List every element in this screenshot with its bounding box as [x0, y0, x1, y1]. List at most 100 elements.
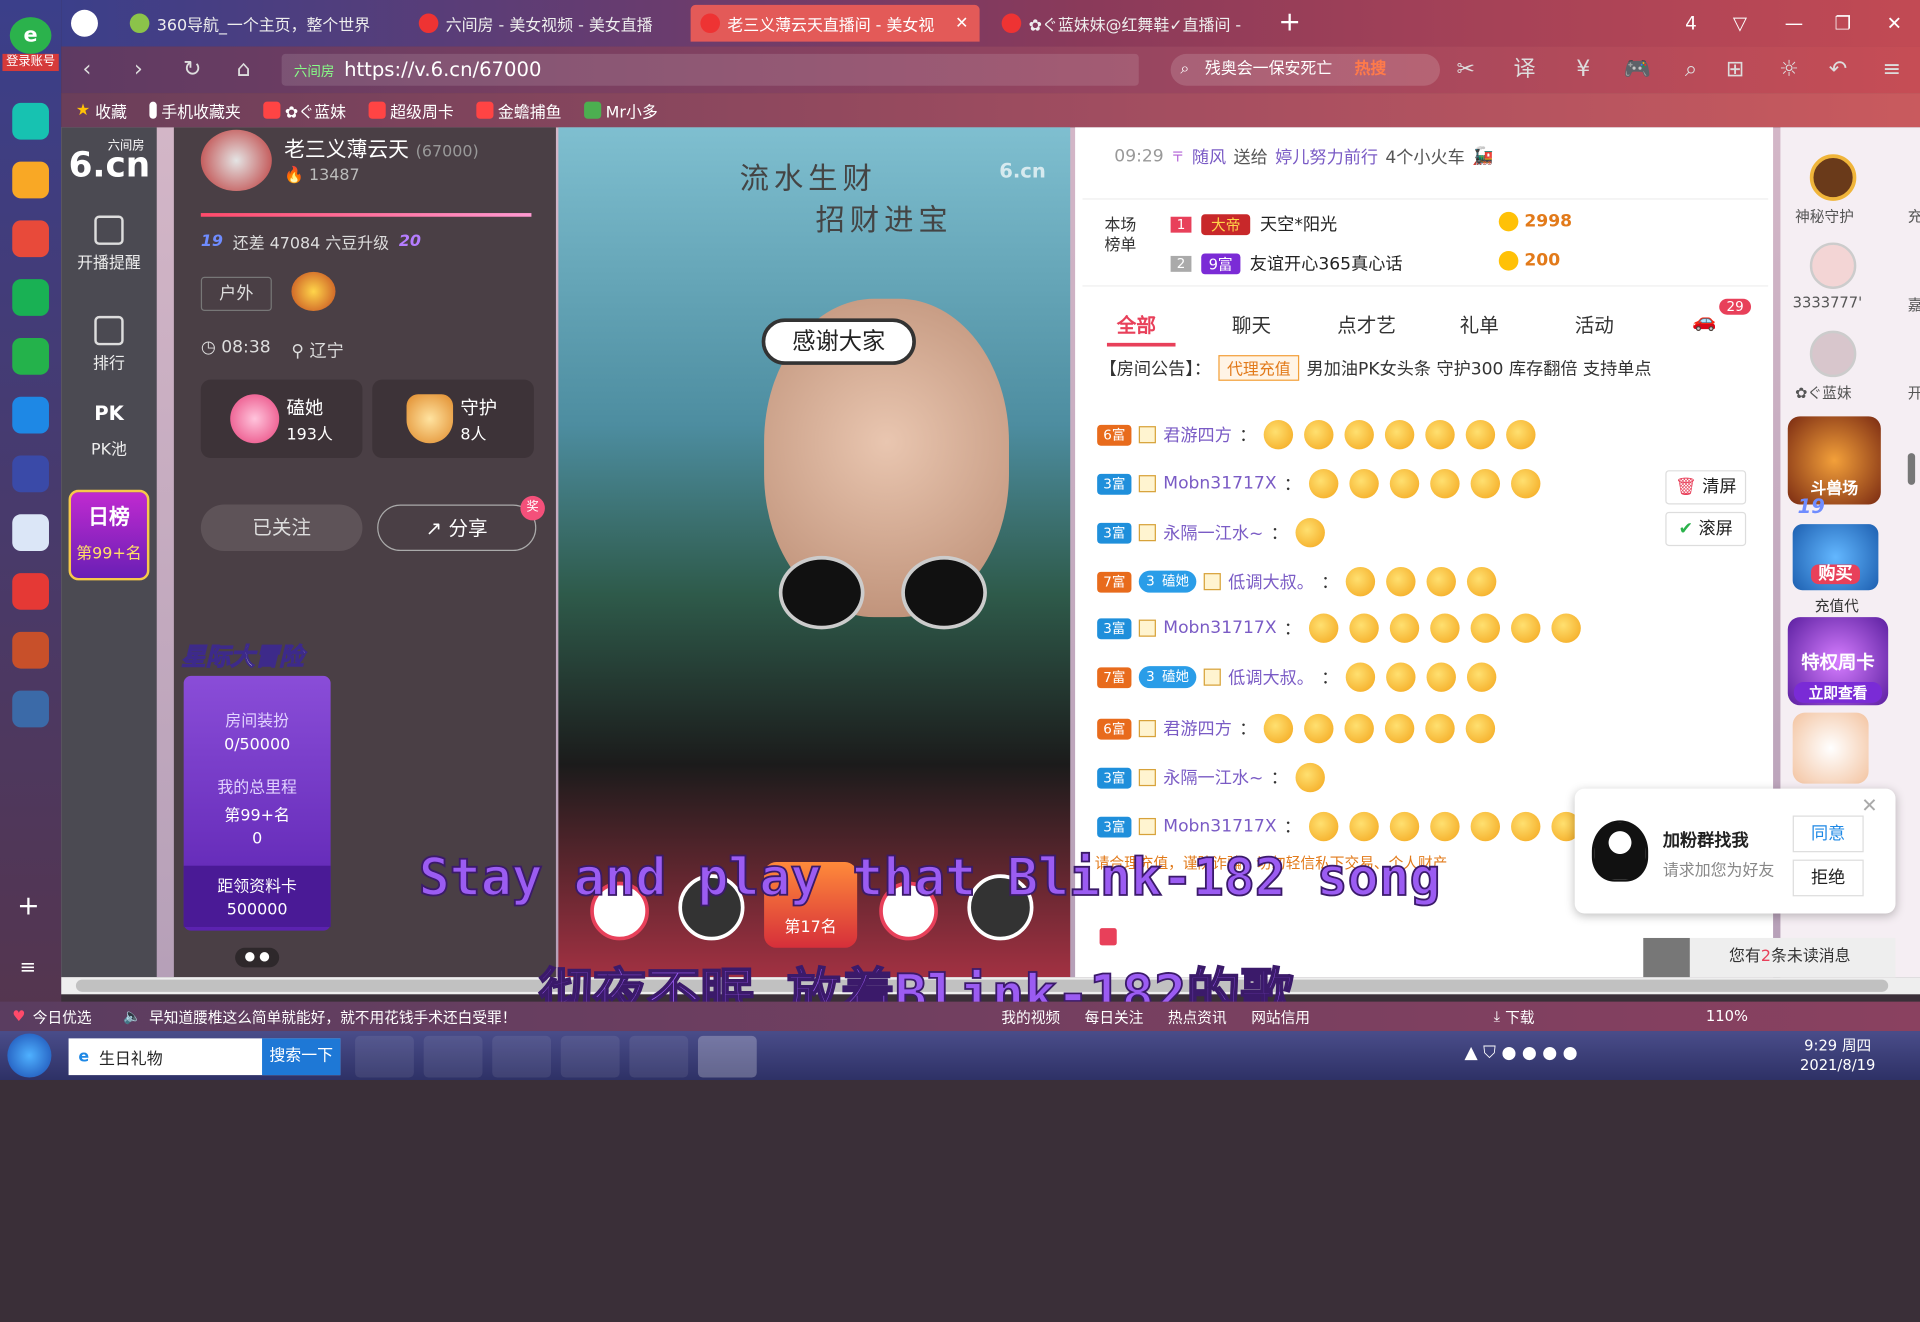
chat-username[interactable]: Mobn31717X — [1163, 474, 1276, 494]
chat-tool-icon[interactable] — [1099, 928, 1117, 946]
chat-username[interactable]: 永隔一江水~ — [1163, 520, 1263, 544]
taskbar-search-button[interactable]: 搜索一下 — [262, 1038, 341, 1076]
guard-avatar-3[interactable] — [1809, 330, 1857, 378]
adventure-title[interactable]: 星际大冒险 — [181, 637, 304, 673]
buy-banner[interactable]: 购买 — [1792, 524, 1879, 591]
tab-count-icon[interactable]: 4 — [1678, 10, 1705, 37]
arena-banner[interactable]: 斗兽场 — [1787, 416, 1881, 505]
adventure-card[interactable]: 房间装扮 0/50000 我的总里程 第99+名 0 距领资料卡 500000 — [183, 675, 331, 931]
privilege-banner[interactable]: 特权周卡 立即查看 — [1787, 617, 1889, 706]
bookmark-mobile[interactable]: 手机收藏夹 — [148, 99, 241, 122]
today-pick[interactable]: 今日优选 — [33, 1006, 92, 1027]
forward-icon[interactable]: › — [125, 56, 152, 83]
notice-tag[interactable]: 代理充值 — [1218, 355, 1300, 381]
chat-username[interactable]: 低调大叔。 — [1228, 665, 1314, 689]
dock-game3-icon[interactable] — [12, 690, 49, 728]
zoom-level[interactable]: 110% — [1706, 1008, 1748, 1025]
browser-menu-icon[interactable]: ≡ — [1878, 56, 1905, 83]
close-popup-icon[interactable]: ✕ — [1861, 793, 1877, 816]
bookmark-favorites[interactable]: ★ 收藏 — [76, 99, 127, 122]
tab-activity[interactable]: 活动 — [1575, 309, 1614, 338]
fans-box[interactable]: 磕她 193人 — [200, 379, 363, 458]
nav-live-remind[interactable]: 开播提醒 — [61, 215, 157, 273]
link-site-credit[interactable]: 网站信用 — [1251, 1006, 1310, 1027]
nav-rank[interactable]: 排行 — [61, 315, 157, 373]
car-icon[interactable]: 🚗 — [1692, 309, 1716, 332]
url-input[interactable]: 六间房 https://v.6.cn/67000 — [281, 53, 1139, 86]
clock[interactable]: 9:29 周四 2021/8/19 — [1800, 1036, 1875, 1075]
bookmark-lanmei[interactable]: ✿ぐ蓝妹 — [262, 99, 346, 122]
daily-rank-badge[interactable]: 日榜 第99+名 — [68, 489, 150, 581]
guard-box[interactable]: 守护 8人 — [372, 379, 534, 458]
back-icon[interactable]: ‹ — [73, 56, 100, 83]
game-icon[interactable]: 🎮 — [1624, 56, 1651, 83]
site-logo[interactable]: 六间房 6.cn — [66, 132, 154, 186]
dock-star-icon[interactable] — [12, 161, 49, 199]
tab-6cn[interactable]: 六间房 - 美女视频 - 美女直播 — [409, 5, 686, 42]
folder-icon[interactable] — [492, 1035, 552, 1078]
dock-shop-icon[interactable] — [12, 573, 49, 610]
tab-gifts[interactable]: 礼单 — [1460, 309, 1499, 338]
recharge-agent[interactable]: 充值代 — [1815, 595, 1859, 616]
follow-button[interactable]: 已关注 — [200, 504, 363, 552]
tab-active-room[interactable]: 老三义薄云天直播间 - 美女视 ✕ — [690, 4, 980, 42]
tab-chat[interactable]: 聊天 — [1232, 309, 1271, 338]
word-icon[interactable] — [12, 514, 49, 552]
find-icon[interactable]: ⌕ — [1678, 56, 1705, 83]
link-hot-news[interactable]: 热点资讯 — [1168, 1006, 1227, 1027]
coin-icon[interactable]: ¥ — [1570, 56, 1597, 83]
start-button-icon[interactable] — [7, 1033, 52, 1078]
tray-icons[interactable]: ▲ ⛉ ● ● ● ● — [1465, 1043, 1578, 1063]
close-tab-icon[interactable]: ✕ — [955, 14, 968, 32]
dock-app-icon[interactable] — [12, 102, 49, 140]
board-row-1[interactable]: 1 大帝 天空*阳光 — [1170, 212, 1337, 236]
link-daily-follow[interactable]: 每日关注 — [1085, 1006, 1144, 1027]
add-icon[interactable]: + — [17, 891, 40, 922]
unread-notice[interactable]: 您有2条未读消息 — [1643, 937, 1896, 978]
nav-pk[interactable]: PK PK池 — [61, 402, 157, 460]
new-tab-icon[interactable]: + — [1278, 7, 1301, 38]
chat-username[interactable]: Mobn31717X — [1163, 618, 1276, 638]
video-player-icon[interactable] — [629, 1035, 689, 1078]
360-browser-icon[interactable] — [560, 1035, 620, 1078]
download-label[interactable]: 下载 — [1505, 1006, 1534, 1027]
tab-all[interactable]: 全部 — [1117, 309, 1156, 338]
chat-username[interactable]: 君游四方 — [1163, 422, 1232, 446]
guard-avatar-2[interactable] — [1809, 242, 1857, 289]
skin-icon[interactable]: ▽ — [1727, 10, 1754, 37]
news-ticker[interactable]: 早知道腰椎这么简单就能好，就不用花钱手术还白受罪！ — [149, 1006, 516, 1027]
brightness-icon[interactable]: ☼ — [1776, 56, 1803, 83]
qq-reject-button[interactable]: 拒绝 — [1792, 859, 1864, 897]
mail-icon[interactable] — [12, 279, 49, 316]
bookmark-fishing[interactable]: 金蟾捕鱼 — [475, 99, 562, 122]
ie-taskbar-icon[interactable] — [423, 1035, 483, 1078]
dock-game2-icon[interactable] — [12, 631, 49, 669]
home-icon[interactable]: ⌂ — [230, 56, 257, 83]
kugou-icon[interactable] — [355, 1035, 414, 1078]
apps-icon[interactable]: ⊞ — [1722, 56, 1749, 83]
taskbar-search[interactable]: e 生日礼物 搜索一下 — [68, 1038, 341, 1076]
maximize-icon[interactable]: ❐ — [1829, 10, 1856, 37]
weibo-icon[interactable] — [12, 220, 49, 258]
chat-username[interactable]: Mobn31717X — [1163, 817, 1276, 837]
search-input[interactable]: ⌕ 残奥会一保安死亡 热搜 — [1170, 53, 1441, 86]
host-tag[interactable]: 户外 — [200, 276, 272, 312]
clear-screen-button[interactable]: 🗑 清屏 — [1665, 470, 1747, 505]
qq-accept-button[interactable]: 同意 — [1792, 815, 1864, 853]
login-button[interactable]: 登录账号 — [2, 53, 59, 72]
dock-link-icon[interactable] — [12, 337, 49, 375]
undo-icon[interactable]: ↶ — [1825, 56, 1852, 83]
page-scrollbar[interactable] — [1907, 453, 1916, 485]
close-window-icon[interactable]: ✕ — [1881, 10, 1908, 37]
tab-lanmei[interactable]: ✿ぐ蓝妹妹@红舞鞋✓直播间 - — [992, 5, 1269, 42]
carousel-dots[interactable]: ● ● — [235, 947, 280, 968]
browser-logo-icon[interactable]: e — [9, 17, 52, 54]
dock-p-icon[interactable] — [12, 396, 49, 434]
scroll-lock-button[interactable]: ✔ 滚屏 — [1665, 511, 1747, 547]
guard-avatar-1[interactable] — [1809, 154, 1857, 201]
menu-icon[interactable]: ≡ — [20, 955, 36, 978]
bookmark-weekcard[interactable]: 超级周卡 — [368, 99, 454, 122]
chat-username[interactable]: 永隔一江水~ — [1163, 765, 1263, 789]
view-now-button[interactable]: 立即查看 — [1793, 682, 1883, 703]
host-avatar[interactable] — [200, 129, 272, 192]
